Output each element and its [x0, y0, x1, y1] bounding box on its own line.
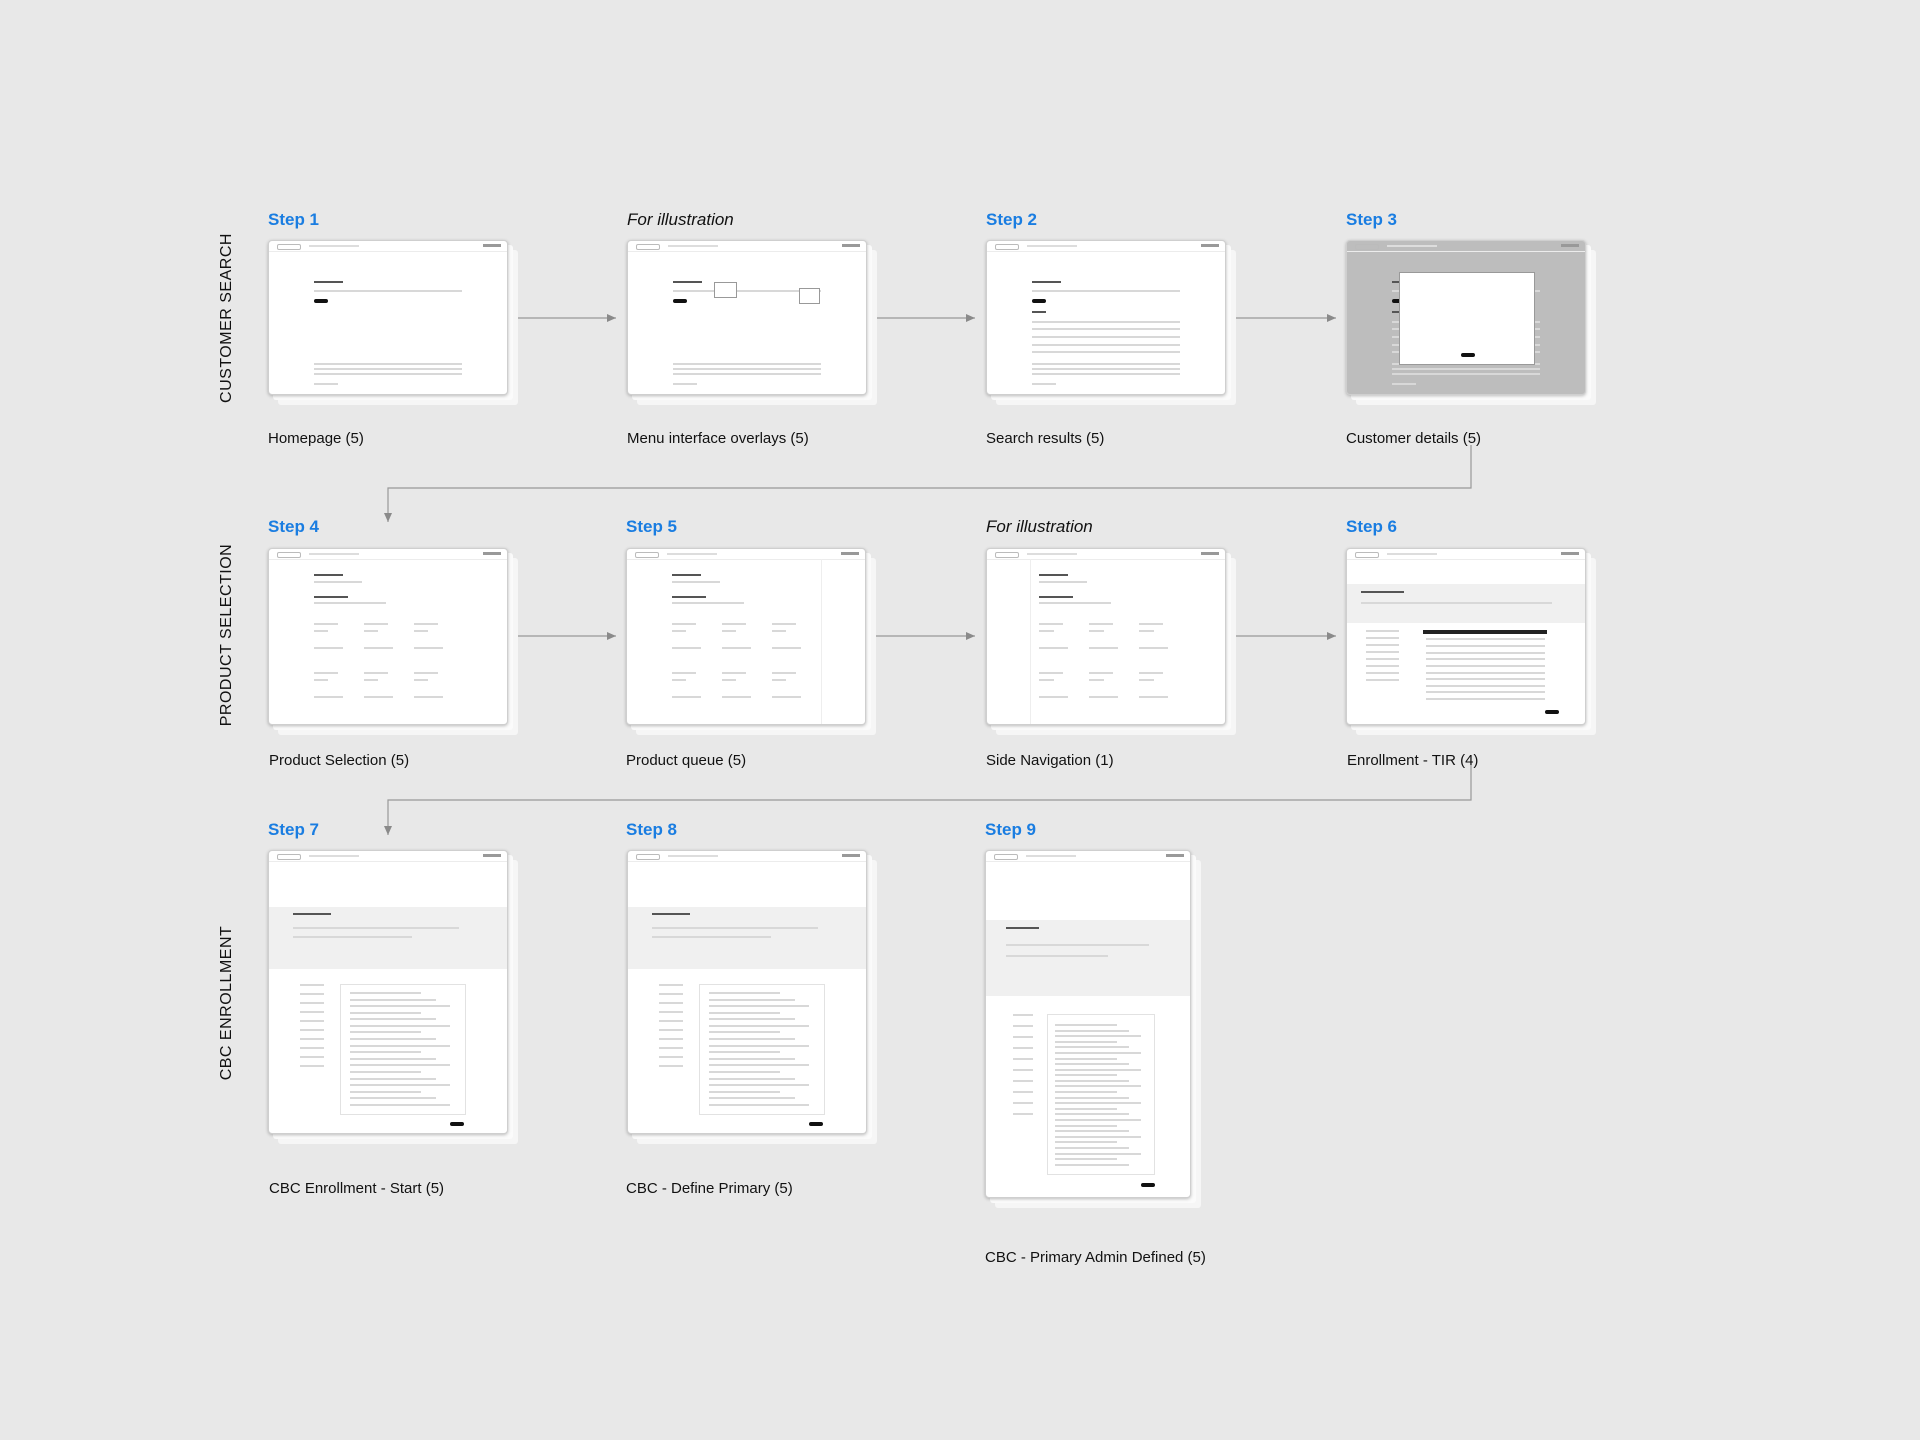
- screen-preview: [626, 548, 866, 725]
- step-label-11: Step 9: [985, 820, 1037, 839]
- screen-caption-6: Product queue (5): [626, 752, 747, 769]
- screen-thumbnail-6[interactable]: [626, 548, 876, 735]
- flow-diagram: CUSTOMER SEARCH PRODUCT SELECTION CBC ENRO…: [0, 0, 1920, 1440]
- screen-caption-1: Homepage (5): [268, 430, 364, 447]
- screen-thumbnail-10[interactable]: [627, 850, 877, 1144]
- arrow-8-to-9: [384, 765, 1472, 835]
- screen-thumbnail-2[interactable]: [627, 240, 877, 405]
- screen-preview: [627, 850, 867, 1134]
- screen-thumbnail-3[interactable]: [986, 240, 1236, 405]
- screen-preview: [986, 240, 1226, 395]
- screen-caption-2: Menu interface overlays (5): [627, 430, 809, 447]
- step-label-8: Step 6: [1346, 517, 1398, 536]
- screen-caption-7: Side Navigation (1): [986, 752, 1114, 769]
- screen-thumbnail-9[interactable]: [268, 850, 518, 1144]
- screen-preview: [1346, 240, 1586, 395]
- row-label-2: PRODUCT SELECTION: [218, 543, 235, 727]
- screen-thumbnail-4[interactable]: [1346, 240, 1596, 405]
- screen-thumbnail-8[interactable]: [1346, 548, 1596, 735]
- screen-caption-8: Enrollment - TIR (4): [1347, 752, 1479, 769]
- screen-caption-5: Product Selection (5): [269, 752, 410, 769]
- screen-preview: [268, 240, 508, 395]
- step-label-6: Step 5: [626, 517, 678, 536]
- screen-preview: [985, 850, 1191, 1198]
- screen-thumbnail-1[interactable]: [268, 240, 518, 405]
- screen-caption-10: CBC - Define Primary (5): [626, 1180, 793, 1197]
- screen-caption-4: Customer details (5): [1346, 430, 1482, 447]
- screen-thumbnail-7[interactable]: [986, 548, 1236, 735]
- screen-caption-11: CBC - Primary Admin Defined (5): [985, 1249, 1206, 1266]
- row-label-1: CUSTOMER SEARCH: [218, 233, 235, 403]
- screen-caption-9: CBC Enrollment - Start (5): [269, 1180, 445, 1197]
- step-label-2: For illustration: [627, 210, 734, 229]
- row-label-3: CBC ENROLLMENT: [218, 925, 235, 1081]
- step-label-5: Step 4: [268, 517, 320, 536]
- screen-caption-3: Search results (5): [986, 430, 1105, 447]
- step-label-7: For illustration: [986, 517, 1093, 536]
- step-label-10: Step 8: [626, 820, 678, 839]
- screen-thumbnail-5[interactable]: [268, 548, 518, 735]
- screen-preview: [268, 850, 508, 1134]
- screen-preview: [268, 548, 508, 725]
- screen-preview: [1346, 548, 1586, 725]
- screen-thumbnail-11[interactable]: [985, 850, 1201, 1208]
- arrow-4-to-5: [384, 445, 1472, 522]
- step-label-4: Step 3: [1346, 210, 1398, 229]
- screen-preview: [986, 548, 1226, 725]
- step-label-1: Step 1: [268, 210, 320, 229]
- step-label-9: Step 7: [268, 820, 320, 839]
- step-label-3: Step 2: [986, 210, 1038, 229]
- screen-preview: [627, 240, 867, 395]
